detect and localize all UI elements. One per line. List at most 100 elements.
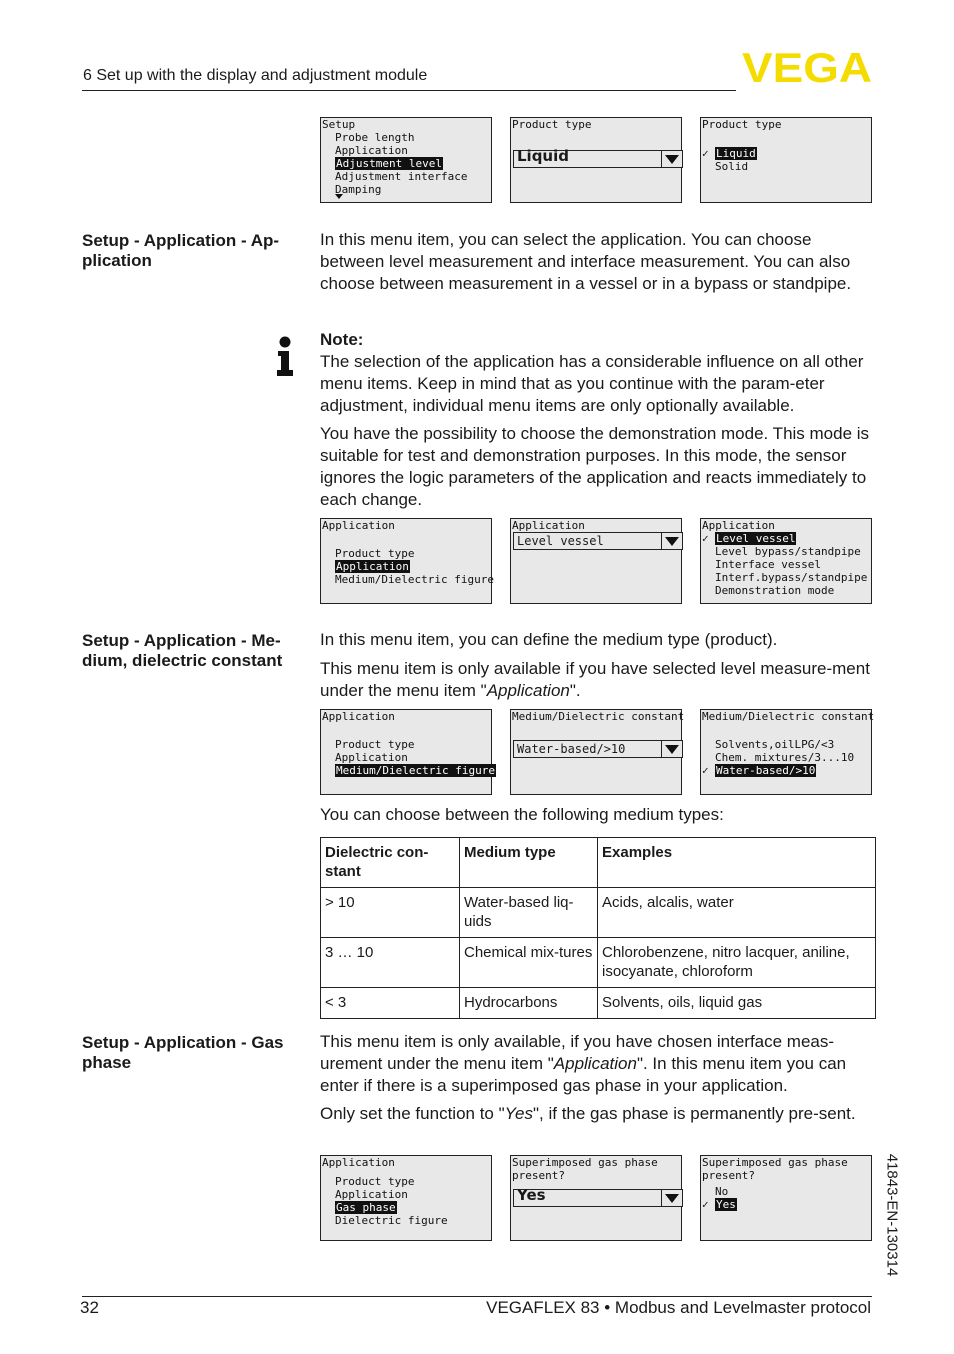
page-number: 32: [80, 1298, 99, 1317]
lcd-item[interactable]: Application: [335, 751, 408, 764]
dropdown-value: Level vessel: [517, 534, 604, 548]
lcd-application-menu-medium: Application Product type Application Med…: [320, 709, 496, 795]
lcd-option[interactable]: Level bypass/standpipe: [715, 545, 861, 558]
lcd-title: Medium/Dielectric constant: [512, 710, 685, 723]
cell-dielectric: > 10: [320, 887, 460, 938]
gas-phase-description: This menu item is only available, if you…: [320, 1032, 847, 1095]
lcd-item-selected[interactable]: Gas phase: [335, 1201, 397, 1214]
table-row: > 10 Water-based liq-uids Acids, alcalis…: [320, 887, 876, 938]
table-row: < 3 Hydrocarbons Solvents, oils, liquid …: [320, 987, 876, 1019]
lcd-application-menu-gas: Application Product type Application Gas…: [320, 1155, 492, 1241]
header-medium-type: Medium type: [459, 837, 598, 888]
lcd-option[interactable]: Interf.bypass/standpipe: [715, 571, 867, 584]
demo-mode-text: You have the possibility to choose the d…: [320, 424, 870, 509]
lcd-item[interactable]: Probe length: [335, 131, 414, 144]
header-dielectric: Dielectric con-stant: [320, 837, 460, 888]
cell-medium-type: Water-based liq-uids: [459, 887, 598, 938]
application-description: In this menu item, you can select the ap…: [320, 230, 852, 293]
header-divider: [82, 90, 736, 91]
dropdown-arrow-icon[interactable]: [661, 151, 682, 167]
lcd-option[interactable]: Solvents,oilLPG/<3: [715, 738, 834, 751]
lcd-option[interactable]: Chem. mixtures/3...10: [715, 751, 854, 764]
lcd-title: Application: [512, 519, 585, 532]
lcd-option-checked[interactable]: Liquid: [715, 147, 757, 160]
dropdown-arrow-icon[interactable]: [661, 533, 682, 549]
lcd-title: Application: [702, 519, 775, 532]
gas-phase-dropdown[interactable]: Yes: [513, 1186, 683, 1207]
lcd-option-checked[interactable]: Water-based/>10: [715, 764, 817, 777]
dropdown-value: Water-based/>10: [517, 742, 626, 756]
cell-medium-type: Hydrocarbons: [459, 987, 598, 1019]
lcd-title: Application: [322, 710, 395, 723]
cell-examples: Acids, alcalis, water: [597, 887, 876, 938]
lcd-gas-list: Superimposed gas phase present? No ✓ Yes: [700, 1155, 872, 1241]
section-label-medium: Setup - Application - Me- dium, dielectr…: [82, 631, 283, 670]
lcd-title: Application: [322, 1156, 395, 1169]
checkmark-icon: ✓: [702, 532, 709, 545]
medium-availability-text: This menu item is only available if you …: [320, 659, 870, 700]
lcd-item[interactable]: Dielectric figure: [335, 1214, 448, 1227]
header-examples: Examples: [597, 837, 876, 888]
lcd-title: Superimposed gas phase: [702, 1156, 848, 1169]
checkmark-icon: ✓: [702, 764, 709, 777]
medium-dropdown[interactable]: Water-based/>10: [513, 740, 683, 758]
lcd-option[interactable]: Interface vessel: [715, 558, 821, 571]
lcd-application-select: Application Level vessel: [510, 518, 683, 604]
lcd-item[interactable]: Application: [335, 144, 408, 157]
lcd-option-checked[interactable]: Level vessel: [715, 532, 797, 545]
dropdown-arrow-icon[interactable]: [661, 741, 682, 757]
lcd-option[interactable]: Solid: [715, 160, 748, 173]
gas-phase-hint: Only set the function to "Yes", if the g…: [320, 1104, 856, 1123]
lcd-title: Setup: [322, 118, 356, 131]
lcd-product-type-select: Product type Liquid: [510, 117, 683, 203]
lcd-item[interactable]: Product type: [335, 1175, 414, 1188]
dropdown-value: Liquid: [517, 147, 569, 165]
application-dropdown[interactable]: Level vessel: [513, 532, 683, 550]
lcd-title: Product type: [702, 118, 782, 131]
product-type-dropdown[interactable]: Liquid: [513, 147, 683, 168]
note-title: Note:: [320, 330, 364, 349]
dropdown-arrow-icon[interactable]: [661, 1190, 682, 1206]
medium-types-table: Dielectric con-stant Medium type Example…: [320, 837, 876, 1019]
lcd-product-type-list: Product type ✓ Liquid Solid: [700, 117, 872, 203]
lcd-title-line2: present?: [512, 1169, 565, 1182]
checkmark-icon: ✓: [702, 1198, 709, 1211]
lcd-item[interactable]: Product type: [335, 738, 414, 751]
lcd-title: Product type: [512, 118, 592, 131]
lcd-setup-menu: Setup Probe length Application Adjustmen…: [320, 117, 492, 203]
lcd-title: Application: [322, 519, 395, 532]
document-code: 41843-EN-130314: [883, 1153, 901, 1277]
lcd-application-menu: Application Product type Application Med…: [320, 518, 494, 604]
lcd-item[interactable]: Adjustment interface: [335, 170, 467, 183]
medium-description: In this menu item, you can define the me…: [320, 630, 778, 649]
vega-logo: VEGA: [742, 48, 872, 88]
cell-examples: Chlorobenzene, nitro lacquer, aniline, i…: [597, 937, 876, 988]
lcd-item-selected[interactable]: Application: [335, 560, 410, 573]
dropdown-value: Yes: [517, 1186, 546, 1204]
info-icon: [277, 336, 293, 376]
lcd-application-list: Application ✓ Level vessel Level bypass/…: [700, 518, 872, 604]
cell-examples: Solvents, oils, liquid gas: [597, 987, 876, 1019]
lcd-option-checked[interactable]: Yes: [715, 1198, 737, 1211]
logo-text: VEGA: [742, 48, 872, 88]
lcd-medium-select: Medium/Dielectric constant Water-based/>…: [510, 709, 685, 795]
lcd-item[interactable]: Medium/Dielectric figure: [335, 573, 494, 586]
cell-dielectric: < 3: [320, 987, 460, 1019]
footer-divider: [82, 1296, 872, 1297]
table-header-row: Dielectric con-stant Medium type Example…: [320, 837, 876, 888]
section-label-application: Setup - Application - Ap- plication: [82, 231, 280, 270]
lcd-option[interactable]: No: [715, 1185, 728, 1198]
lcd-title: Superimposed gas phase: [512, 1156, 658, 1169]
lcd-item[interactable]: Product type: [335, 547, 414, 560]
note-text: The selection of the application has a c…: [320, 352, 864, 415]
lcd-item-selected[interactable]: Medium/Dielectric figure: [335, 764, 496, 777]
lcd-title: Medium/Dielectric constant: [702, 710, 875, 723]
lcd-item-selected[interactable]: Adjustment level: [335, 157, 443, 170]
lcd-item[interactable]: Application: [335, 1188, 408, 1201]
lcd-option[interactable]: Demonstration mode: [715, 584, 834, 597]
cell-dielectric: 3 … 10: [320, 937, 460, 988]
lcd-medium-list: Medium/Dielectric constant Solvents,oilL…: [700, 709, 875, 795]
checkmark-icon: ✓: [702, 147, 709, 160]
lcd-gas-select: Superimposed gas phase present? Yes: [510, 1155, 683, 1241]
cell-medium-type: Chemical mix-tures: [459, 937, 598, 988]
